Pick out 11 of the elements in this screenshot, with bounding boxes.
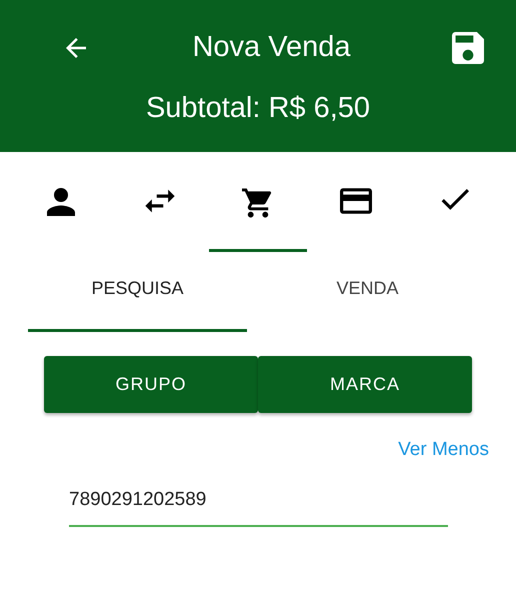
subtotal-text: Subtotal: R$ 6,50 xyxy=(146,92,370,125)
person-icon xyxy=(47,188,76,216)
tab[interactable]: VENDA xyxy=(247,252,488,332)
tab[interactable]: PESQUISA xyxy=(28,252,248,332)
screen-title: Nova Venda xyxy=(192,31,350,64)
checkmark-icon xyxy=(440,188,469,210)
swap-arrows-icon xyxy=(144,188,175,214)
filter-button[interactable]: MARCA xyxy=(258,356,472,413)
save-icon[interactable] xyxy=(452,32,484,64)
credit-card-icon xyxy=(340,188,372,214)
filter-button[interactable]: GRUPO xyxy=(44,356,258,413)
